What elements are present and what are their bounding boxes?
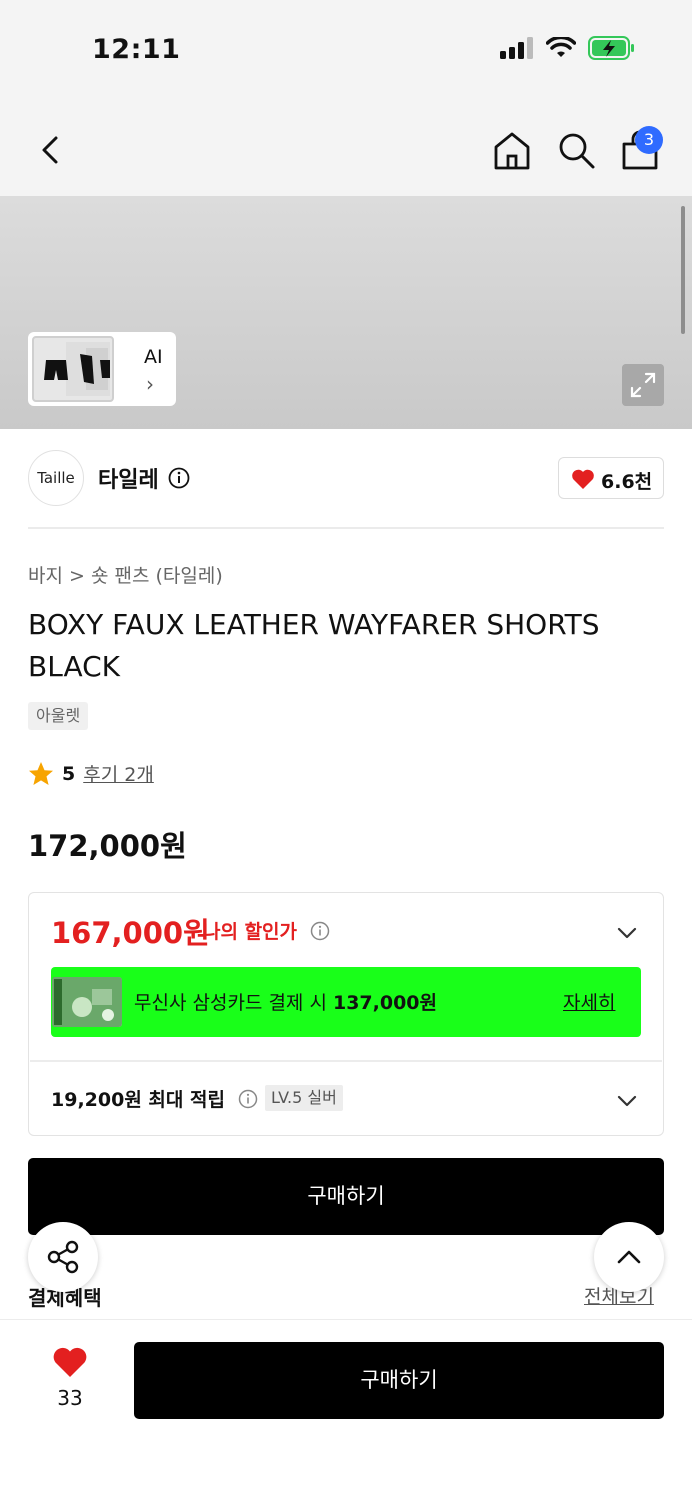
promo-amount: 137,000원 — [332, 992, 437, 1014]
brand-like-count: 6.6천 — [601, 471, 653, 493]
scroll-indicator — [681, 206, 685, 334]
product-title: BOXY FAUX LEATHER WAYFARER SHORTS BLACK — [28, 608, 600, 683]
ai-label: AI — [144, 346, 163, 368]
product-thumbnail — [32, 336, 114, 402]
rating-row: 5 후기 2개 — [28, 760, 154, 787]
info-icon[interactable] — [310, 921, 330, 941]
status-time: 12:11 — [92, 34, 181, 65]
expand-icon[interactable] — [622, 364, 664, 406]
star-icon — [29, 761, 53, 785]
heart-icon — [572, 469, 594, 489]
header-nav — [0, 124, 692, 184]
chevron-up-icon — [617, 1250, 641, 1264]
breadcrumb[interactable]: 바지 > 숏 팬츠 (타일레) — [28, 561, 223, 588]
reviews-link[interactable]: 후기 2개 — [83, 760, 154, 787]
my-discount-label: 나의 할인가 — [203, 921, 298, 943]
brand-like-button[interactable]: 6.6천 — [558, 457, 664, 499]
chevron-down-icon[interactable] — [614, 920, 640, 946]
wifi-icon — [546, 37, 576, 57]
battery-icon — [588, 36, 634, 60]
info-icon[interactable] — [238, 1089, 258, 1109]
promo-prefix: 무신사 삼성카드 결제 시 — [134, 992, 333, 1014]
scroll-top-button[interactable] — [594, 1222, 664, 1292]
brand-name[interactable]: 타일레 — [98, 462, 159, 494]
outlet-tag: 아울렛 — [28, 702, 89, 730]
info-icon[interactable] — [168, 467, 190, 489]
divider — [28, 527, 664, 529]
original-price: 172,000원 — [28, 829, 187, 863]
rating-score: 5 — [62, 762, 76, 785]
shorts-thumbnail-image — [44, 342, 110, 396]
cart-count-badge: 3 — [635, 126, 663, 154]
card-image — [52, 977, 122, 1027]
buy-button[interactable]: 구매하기 — [28, 1158, 664, 1235]
brand-logo[interactable]: Taille — [28, 450, 84, 506]
divider — [30, 1060, 662, 1062]
promo-details-link[interactable]: 자세히 — [563, 988, 615, 1015]
home-icon[interactable] — [492, 130, 532, 170]
wish-count: 33 — [57, 1386, 83, 1410]
share-button[interactable] — [28, 1222, 98, 1292]
search-icon[interactable] — [556, 130, 596, 170]
bottom-buy-button[interactable]: 구매하기 — [134, 1342, 664, 1419]
member-level-tag: LV.5 실버 — [265, 1085, 343, 1111]
chevron-right-icon: › — [146, 372, 154, 396]
chevron-down-icon[interactable] — [614, 1088, 640, 1114]
status-icons — [500, 36, 636, 60]
promo-text: 무신사 삼성카드 결제 시 137,000원 — [134, 988, 437, 1015]
points-text: 19,200원 최대 적립 — [51, 1089, 225, 1111]
my-discount-price: 167,000원 — [51, 916, 210, 950]
heart-icon[interactable] — [52, 1346, 88, 1378]
back-icon[interactable] — [36, 130, 66, 170]
share-icon — [47, 1240, 79, 1274]
cellular-icon — [500, 37, 533, 59]
